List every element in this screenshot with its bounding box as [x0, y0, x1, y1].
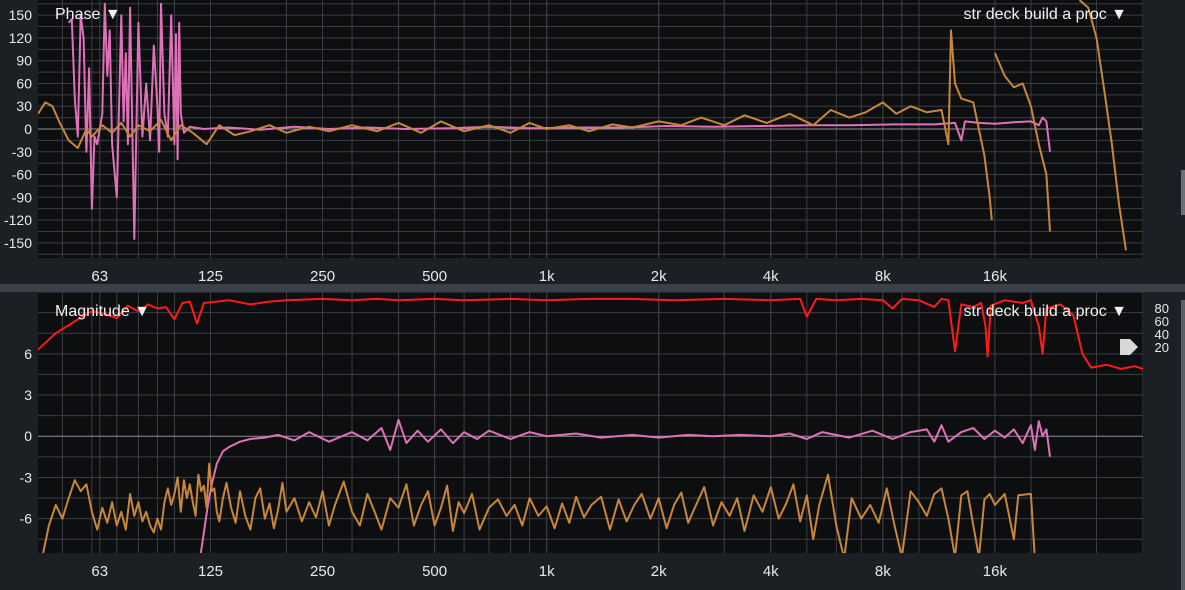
magnitude-plot[interactable]: 630-3-663 125 250 500 1k 2k 4k 8k 16k: [0, 292, 1185, 590]
phase-mode-dropdown[interactable]: Phase ▼: [55, 6, 121, 24]
y-tick-label: 3: [24, 387, 32, 403]
magnitude-panel: 6 3 0 -3 -6 63 125 250 500 1k 2k 4k 8k 16k Magnitude …: [0, 292, 1185, 590]
y-tick-label: 120: [9, 30, 33, 46]
y-tick-label: -6: [20, 511, 33, 527]
phase-scrollbar[interactable]: [1181, 170, 1185, 215]
x-tick-label: 250: [310, 563, 335, 580]
plot-background: [38, 292, 1143, 553]
magnitude-mode-dropdown[interactable]: Magnitude ▼: [55, 303, 150, 321]
scale-handle-icon[interactable]: [1118, 335, 1140, 359]
x-tick-label: 4k: [763, 268, 779, 284]
analyzer-window: 150 120 90 60 30 0 -30 -60 -90 -120 -150 63 125 250 50…: [0, 0, 1185, 590]
x-tick-label: 500: [422, 563, 447, 580]
y-tick-label: 6: [24, 346, 32, 362]
x-tick-label: 2k: [651, 563, 667, 580]
y-tick-label: -90: [12, 189, 32, 205]
y-tick-label: -120: [4, 212, 32, 228]
magnitude-source-dropdown[interactable]: str deck build a proc ▼: [964, 303, 1127, 321]
y-tick-label: -60: [12, 167, 32, 183]
y-tick-label: 90: [16, 53, 32, 69]
phase-plot[interactable]: 150 120 90 60 30 0 -30 -60 -90 -120 -150 63 125 250 50…: [0, 0, 1185, 284]
x-tick-label: 125: [198, 268, 223, 284]
x-tick-label: 16k: [983, 563, 1008, 580]
y-tick-label: -30: [12, 144, 32, 160]
y-tick-label: -3: [20, 469, 33, 485]
magnitude-scrollbar[interactable]: [1181, 300, 1185, 590]
panel-splitter[interactable]: [0, 284, 1185, 292]
y-tick-label: 150: [9, 7, 33, 23]
x-tick-label: 125: [198, 563, 223, 580]
x-tick-label: 1k: [539, 563, 555, 580]
y-tick-label: -150: [4, 235, 32, 251]
x-tick-label: 8k: [875, 268, 891, 284]
phase-source-dropdown[interactable]: str deck build a proc ▼: [964, 6, 1127, 24]
y-tick-label: 0: [24, 428, 32, 444]
phase-panel: 150 120 90 60 30 0 -30 -60 -90 -120 -150 63 125 250 50…: [0, 0, 1185, 284]
y-tick-label: 30: [16, 98, 32, 114]
x-tick-label: 63: [91, 268, 108, 284]
x-tick-label: 4k: [763, 563, 779, 580]
x-tick-label: 63: [91, 563, 108, 580]
y-tick-label: 60: [16, 75, 32, 91]
x-tick-label: 250: [310, 268, 335, 284]
x-tick-label: 1k: [539, 268, 555, 284]
right-scale-label: 20: [1154, 340, 1169, 355]
x-tick-label: 16k: [983, 268, 1008, 284]
x-tick-label: 2k: [651, 268, 667, 284]
x-tick-label: 8k: [875, 563, 891, 580]
y-tick-label: 0: [24, 121, 32, 137]
x-tick-label: 500: [422, 268, 447, 284]
